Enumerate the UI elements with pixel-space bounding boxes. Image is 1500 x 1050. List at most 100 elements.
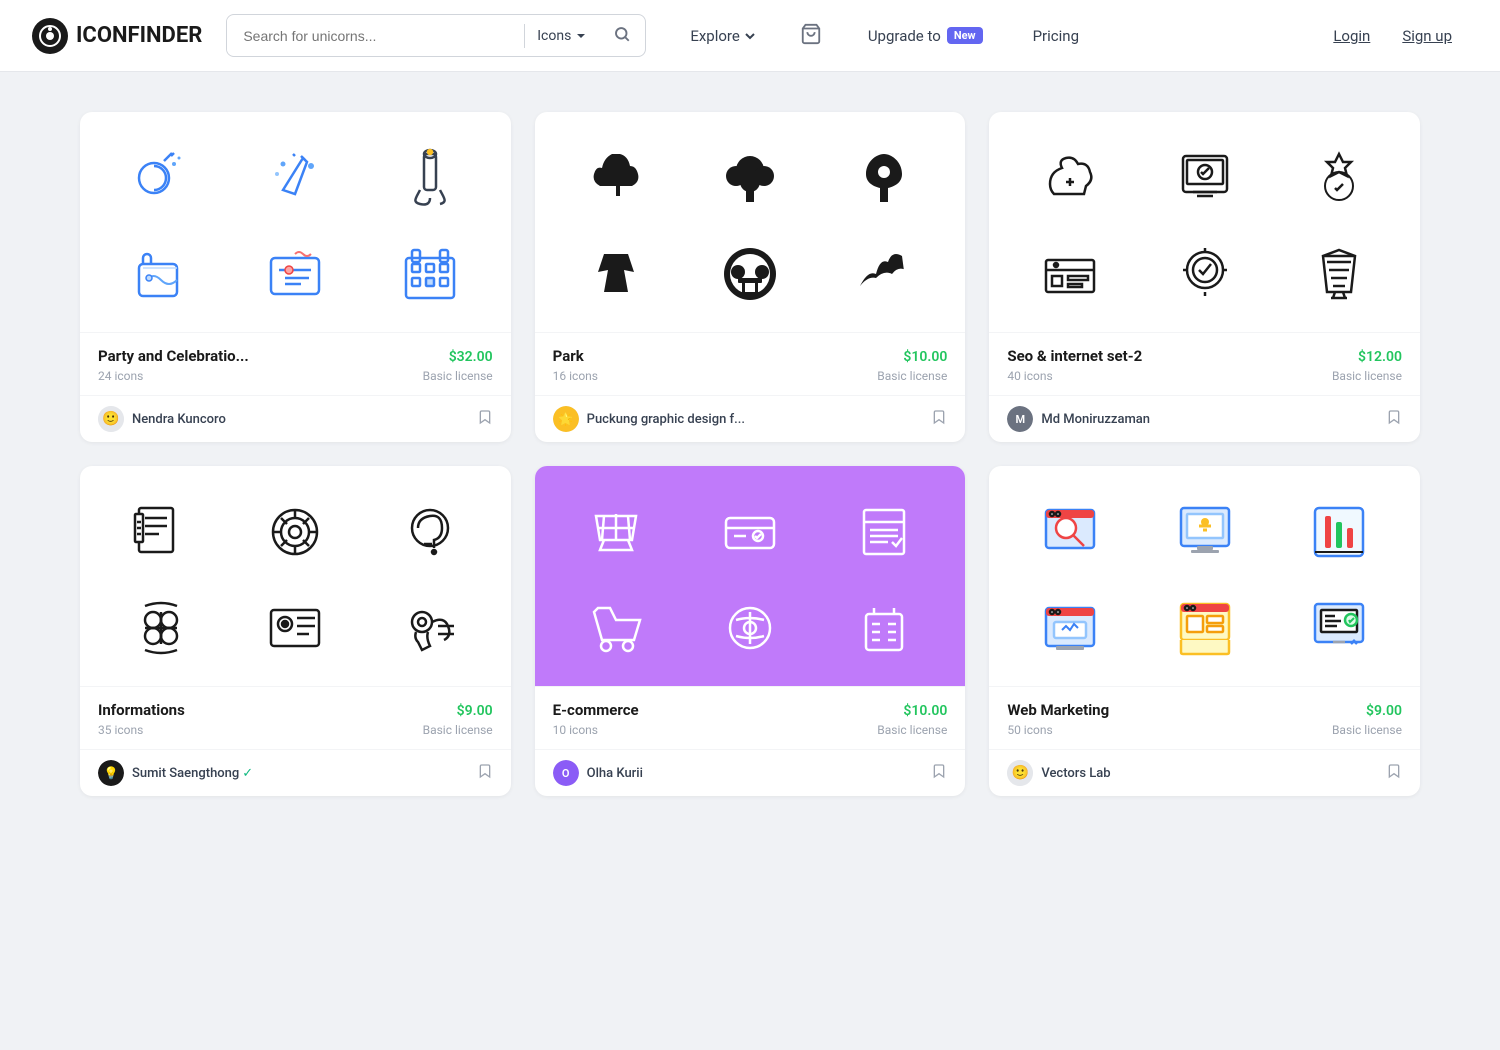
preview-icon-5	[1307, 242, 1371, 306]
card-title-row: Informations $9.00	[98, 701, 493, 719]
author-name: Nendra Kuncoro	[132, 412, 226, 427]
card-preview[interactable]	[535, 112, 966, 332]
header: ICONFINDER Icons Explore Upgrade to New …	[0, 0, 1500, 72]
bookmark-button[interactable]	[477, 409, 493, 429]
card-name: Seo & internet set-2	[1007, 347, 1142, 365]
preview-icon-0	[1038, 146, 1102, 210]
preview-icon-1	[263, 146, 327, 210]
search-bar: Icons	[226, 14, 646, 57]
card-meta-row: 10 icons Basic license	[553, 723, 948, 737]
logo[interactable]: ICONFINDER	[32, 18, 202, 54]
card-license: Basic license	[1332, 369, 1402, 383]
card-count: 40 icons	[1007, 369, 1052, 383]
preview-icon-5	[1307, 596, 1371, 660]
upgrade-button[interactable]: Upgrade to New	[854, 19, 997, 53]
card-author: 🌟 Puckung graphic design f...	[535, 395, 966, 442]
card-preview[interactable]	[80, 112, 511, 332]
bookmark-button[interactable]	[1386, 763, 1402, 783]
card-info: E-commerce $10.00 10 icons Basic license	[535, 686, 966, 749]
author-name: Md Moniruzzaman	[1041, 412, 1150, 427]
preview-icon-0	[1038, 500, 1102, 564]
card-info: Web Marketing $9.00 50 icons Basic licen…	[989, 686, 1420, 749]
preview-icon-4	[1173, 596, 1237, 660]
bookmark-button[interactable]	[931, 763, 947, 783]
search-input[interactable]	[227, 18, 524, 54]
chevron-down-icon	[575, 30, 587, 42]
icon-pack-card: Web Marketing $9.00 50 icons Basic licen…	[989, 466, 1420, 796]
main-nav: Explore	[678, 19, 768, 53]
preview-icon-2	[852, 146, 916, 210]
card-author: O Olha Kurii	[535, 749, 966, 796]
card-name: E-commerce	[553, 701, 639, 719]
card-count: 10 icons	[553, 723, 598, 737]
card-count: 16 icons	[553, 369, 598, 383]
card-price: $9.00	[1366, 703, 1402, 719]
logo-icon	[32, 18, 68, 54]
main-content: Party and Celebratio... $32.00 24 icons …	[0, 72, 1500, 836]
card-name: Park	[553, 347, 584, 365]
preview-icon-3	[584, 242, 648, 306]
avatar: 💡	[98, 760, 124, 786]
card-preview[interactable]	[989, 466, 1420, 686]
author-info[interactable]: 🙂 Vectors Lab	[1007, 760, 1110, 786]
icon-packs-grid: Party and Celebratio... $32.00 24 icons …	[80, 112, 1420, 796]
nav-explore[interactable]: Explore	[678, 19, 768, 53]
signup-button[interactable]: Sign up	[1386, 19, 1468, 53]
icon-pack-card: Party and Celebratio... $32.00 24 icons …	[80, 112, 511, 442]
cart-button[interactable]	[792, 15, 830, 57]
logo-text: ICONFINDER	[76, 23, 202, 48]
icon-pack-card: Informations $9.00 35 icons Basic licens…	[80, 466, 511, 796]
preview-icon-0	[584, 500, 648, 564]
card-preview[interactable]	[80, 466, 511, 686]
card-info: Party and Celebratio... $32.00 24 icons …	[80, 332, 511, 395]
card-meta-row: 40 icons Basic license	[1007, 369, 1402, 383]
bookmark-button[interactable]	[1386, 409, 1402, 429]
author-name: Olha Kurii	[587, 766, 643, 781]
card-price: $10.00	[903, 349, 947, 365]
preview-icon-4	[718, 242, 782, 306]
card-count: 35 icons	[98, 723, 143, 737]
bookmark-button[interactable]	[477, 763, 493, 783]
card-author: M Md Moniruzzaman	[989, 395, 1420, 442]
icon-pack-card: Park $10.00 16 icons Basic license 🌟 Puc…	[535, 112, 966, 442]
pricing-link[interactable]: Pricing	[1021, 19, 1091, 53]
card-price: $12.00	[1358, 349, 1402, 365]
author-info[interactable]: 🙂 Nendra Kuncoro	[98, 406, 226, 432]
search-type-dropdown[interactable]: Icons	[525, 28, 599, 44]
author-info[interactable]: 🌟 Puckung graphic design f...	[553, 406, 745, 432]
verified-badge: ✓	[242, 766, 253, 781]
preview-icon-0	[129, 146, 193, 210]
bookmark-button[interactable]	[931, 409, 947, 429]
card-count: 50 icons	[1007, 723, 1052, 737]
card-license: Basic license	[423, 723, 493, 737]
card-preview[interactable]	[989, 112, 1420, 332]
card-count: 24 icons	[98, 369, 143, 383]
author-info[interactable]: O Olha Kurii	[553, 760, 643, 786]
card-license: Basic license	[1332, 723, 1402, 737]
icon-pack-card: Seo & internet set-2 $12.00 40 icons Bas…	[989, 112, 1420, 442]
card-name: Informations	[98, 701, 185, 719]
search-button[interactable]	[599, 15, 645, 56]
preview-icon-0	[584, 146, 648, 210]
card-title-row: Web Marketing $9.00	[1007, 701, 1402, 719]
card-author: 🙂 Nendra Kuncoro	[80, 395, 511, 442]
preview-icon-3	[584, 596, 648, 660]
card-title-row: Park $10.00	[553, 347, 948, 365]
card-preview[interactable]	[535, 466, 966, 686]
author-info[interactable]: 💡 Sumit Saengthong✓	[98, 760, 253, 786]
card-info: Seo & internet set-2 $12.00 40 icons Bas…	[989, 332, 1420, 395]
login-button[interactable]: Login	[1317, 19, 1386, 53]
card-name: Party and Celebratio...	[98, 347, 249, 365]
card-license: Basic license	[877, 723, 947, 737]
card-title-row: E-commerce $10.00	[553, 701, 948, 719]
card-price: $9.00	[457, 703, 493, 719]
card-price: $10.00	[903, 703, 947, 719]
preview-icon-3	[129, 596, 193, 660]
preview-icon-2	[1307, 146, 1371, 210]
card-meta-row: 24 icons Basic license	[98, 369, 493, 383]
author-name: Sumit Saengthong✓	[132, 766, 253, 781]
cart-icon	[800, 23, 822, 45]
preview-icon-4	[263, 596, 327, 660]
card-license: Basic license	[877, 369, 947, 383]
author-info[interactable]: M Md Moniruzzaman	[1007, 406, 1150, 432]
